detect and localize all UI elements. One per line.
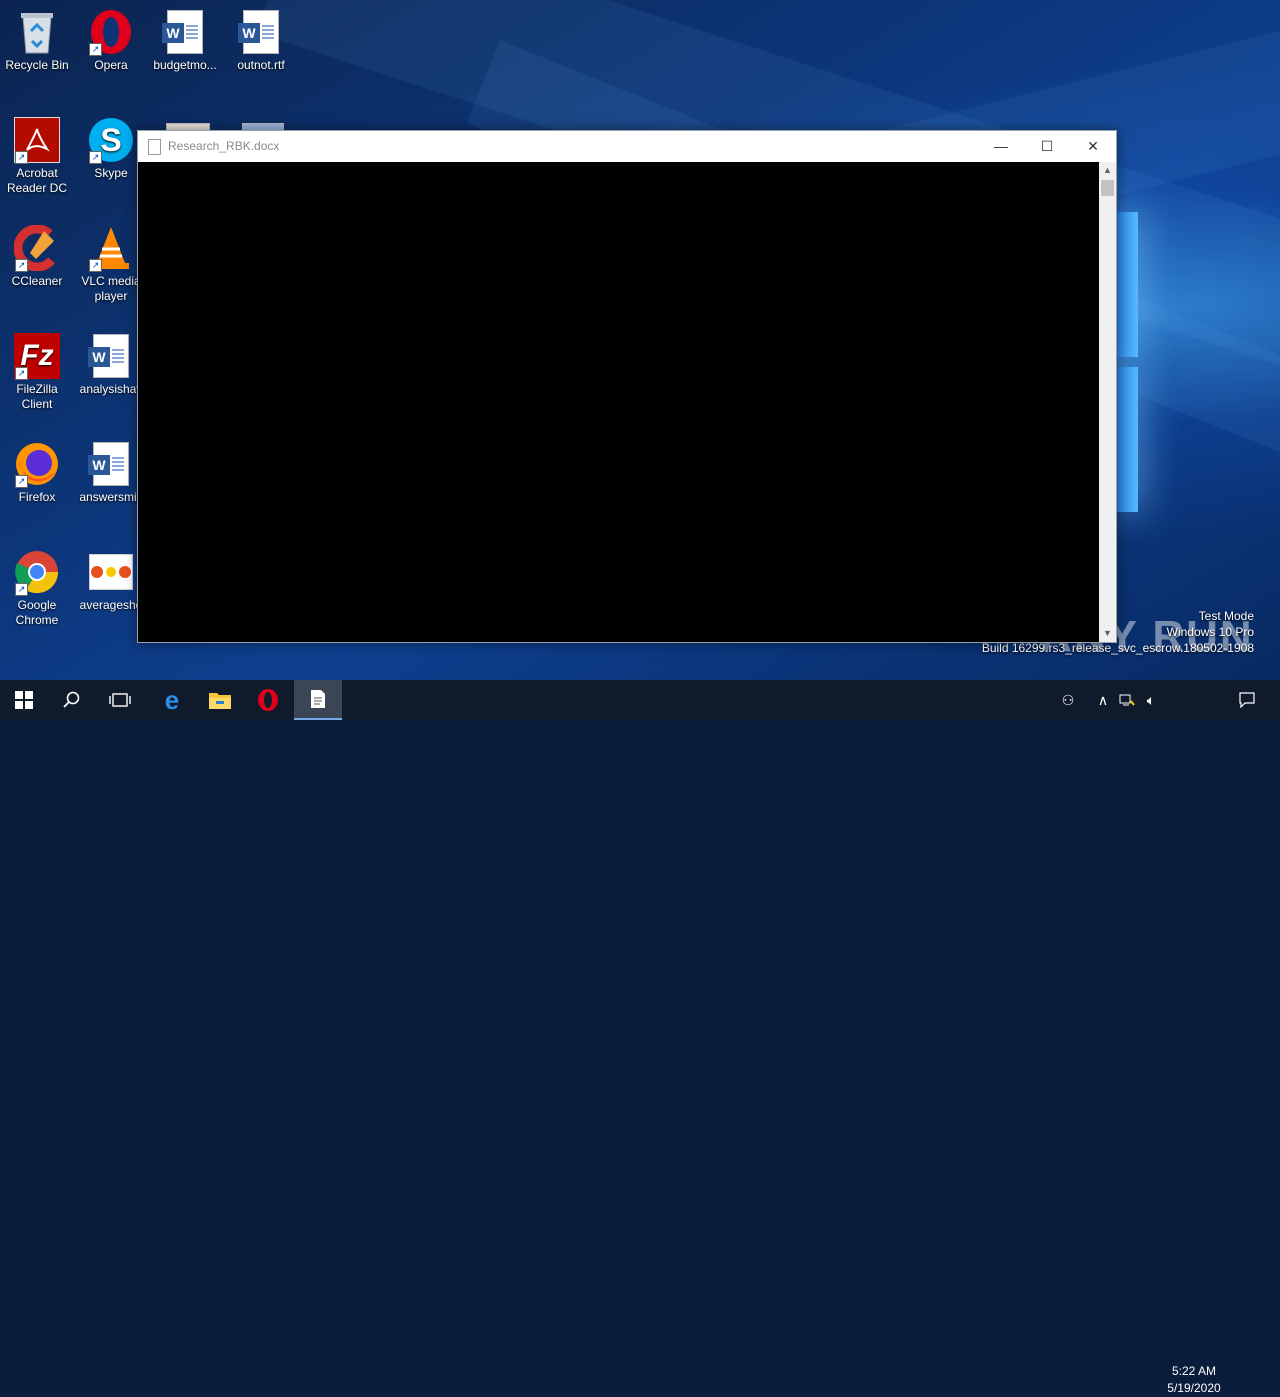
window-title: Research_RBK.docx <box>168 139 280 153</box>
file-explorer-icon <box>209 693 231 709</box>
document-icon <box>148 139 161 155</box>
people-button[interactable]: ⚇ <box>1056 680 1080 720</box>
window-content-area[interactable] <box>138 162 1099 642</box>
acrobat-icon: ↗ <box>13 116 61 164</box>
close-button[interactable]: ✕ <box>1070 131 1116 161</box>
vlc-icon: ↗ <box>87 224 135 272</box>
shortcut-arrow-icon: ↗ <box>89 151 102 164</box>
task-view-icon <box>109 693 131 707</box>
shortcut-arrow-icon: ↗ <box>15 367 28 380</box>
desktop-icon-opera[interactable]: ↗ Opera <box>74 8 148 73</box>
desktop-icon-budgetmo[interactable]: W budgetmo... <box>148 8 222 73</box>
notification-icon <box>1239 692 1255 708</box>
start-button[interactable] <box>0 680 48 720</box>
scrollbar-thumb[interactable] <box>1101 180 1114 196</box>
taskbar-clock[interactable]: 5:22 AM 5/19/2020 <box>1164 1363 1224 1397</box>
desktop-icon-firefox[interactable]: ↗ Firefox <box>0 440 74 505</box>
shortcut-arrow-icon: ↗ <box>15 583 28 596</box>
document-window[interactable]: Research_RBK.docx — ☐ ✕ ▲ ▼ <box>137 130 1117 643</box>
windows-logo-pane-bottom <box>1116 367 1138 512</box>
shortcut-arrow-icon: ↗ <box>15 475 28 488</box>
chevron-up-icon: ∧ <box>1097 691 1109 708</box>
window-titlebar[interactable]: Research_RBK.docx — ☐ ✕ <box>138 131 1116 162</box>
chrome-icon: ↗ <box>13 548 61 596</box>
edge-button[interactable]: e <box>148 680 196 720</box>
vertical-scrollbar[interactable]: ▲ ▼ <box>1099 162 1116 642</box>
clock-date: 5/19/2020 <box>1167 1381 1221 1395</box>
shortcut-arrow-icon: ↗ <box>15 151 28 164</box>
volume-icon: 🔈︎ <box>1146 691 1156 708</box>
desktop-icon-acrobat[interactable]: ↗ Acrobat Reader DC <box>0 116 74 196</box>
firefox-icon: ↗ <box>13 440 61 488</box>
opera-icon <box>258 689 278 711</box>
edge-icon: e <box>164 684 180 715</box>
task-view-button[interactable] <box>96 680 144 720</box>
search-icon <box>63 691 80 708</box>
filezilla-icon: Fz ↗ <box>13 332 61 380</box>
desktop-icon-ccleaner[interactable]: ↗ CCleaner <box>0 224 74 289</box>
action-center-button[interactable] <box>1232 680 1262 720</box>
show-hidden-icons-button[interactable]: ∧ <box>1092 680 1114 720</box>
word-document-icon: W <box>87 332 135 380</box>
shortcut-arrow-icon: ↗ <box>89 43 102 56</box>
shortcut-arrow-icon: ↗ <box>15 259 28 272</box>
desktop-icon-recycle-bin[interactable]: Recycle Bin <box>0 8 74 73</box>
skype-icon: S ↗ <box>87 116 135 164</box>
desktop-icon-outnot[interactable]: W outnot.rtf <box>224 8 298 73</box>
taskbar: e ⚇ ∧ 🔈︎ 5:22 AM 5/19/2020 <box>0 680 1280 1395</box>
desktop-icon-filezilla[interactable]: Fz ↗ FileZilla Client <box>0 332 74 412</box>
image-file-icon <box>87 548 135 596</box>
maximize-button[interactable]: ☐ <box>1024 131 1070 161</box>
network-icon <box>1119 694 1135 706</box>
windows-logo-pane-top <box>1116 212 1138 357</box>
clock-time: 5:22 AM <box>1171 1364 1217 1378</box>
scroll-down-arrow-icon[interactable]: ▼ <box>1099 625 1116 642</box>
network-button[interactable] <box>1116 680 1138 720</box>
ccleaner-icon: ↗ <box>13 224 61 272</box>
opera-taskbar-button[interactable] <box>244 680 292 720</box>
people-icon: ⚇ <box>1061 691 1075 708</box>
file-explorer-button[interactable] <box>196 680 244 720</box>
search-button[interactable] <box>48 680 96 720</box>
document-icon <box>311 690 325 708</box>
scroll-up-arrow-icon[interactable]: ▲ <box>1099 162 1116 179</box>
document-taskbar-button[interactable] <box>294 680 342 720</box>
recycle-bin-icon <box>13 8 61 56</box>
word-document-icon: W <box>237 8 285 56</box>
start-icon <box>15 691 33 709</box>
minimize-button[interactable]: — <box>978 131 1024 161</box>
word-document-icon: W <box>161 8 209 56</box>
shortcut-arrow-icon: ↗ <box>89 259 102 272</box>
opera-icon: ↗ <box>87 8 135 56</box>
volume-button[interactable]: 🔈︎ <box>1140 680 1162 720</box>
word-document-icon: W <box>87 440 135 488</box>
desktop-icon-chrome[interactable]: ↗ Google Chrome <box>0 548 74 628</box>
